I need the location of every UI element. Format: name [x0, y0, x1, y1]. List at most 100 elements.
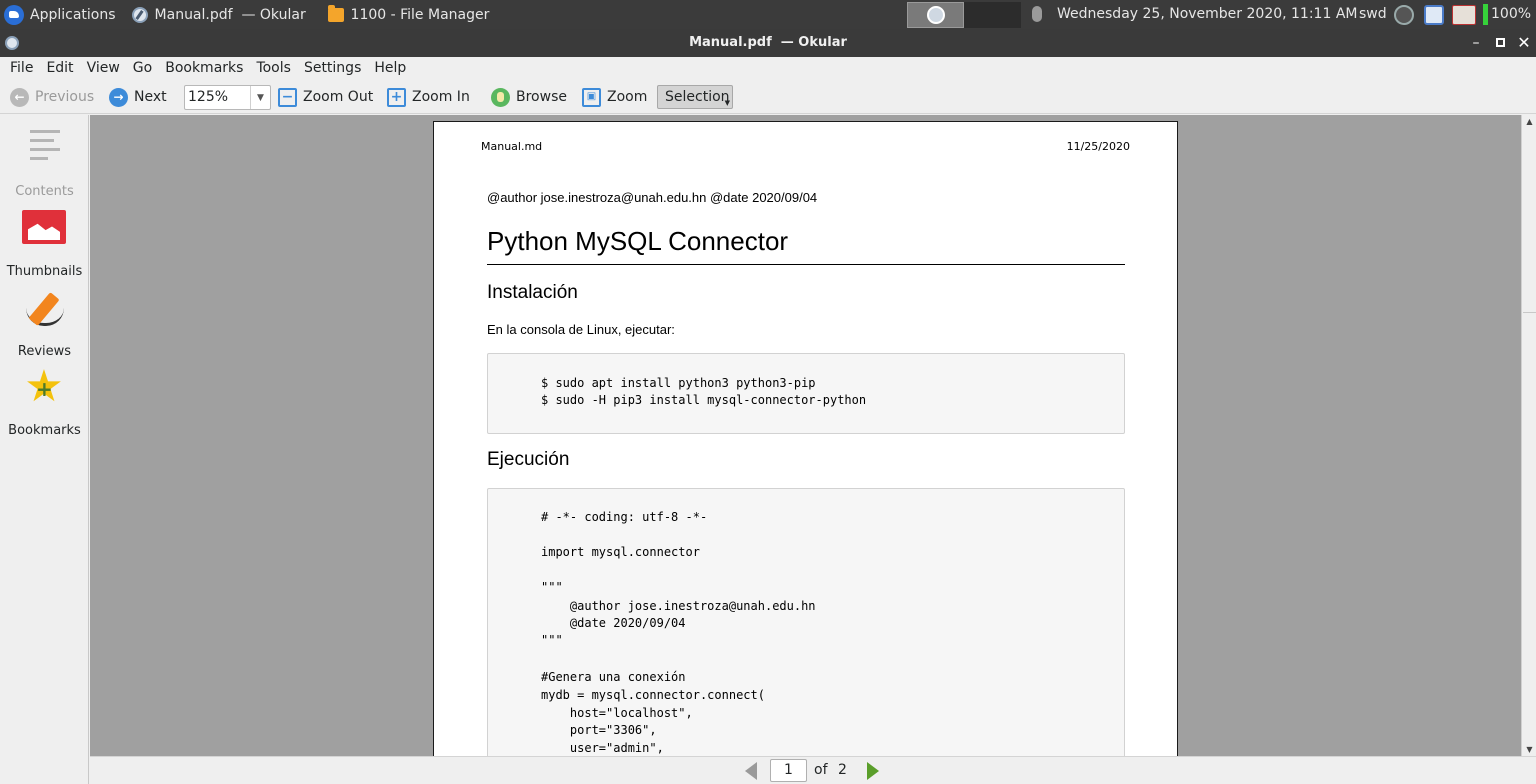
code-line: port="3306", [541, 723, 657, 737]
clock[interactable]: Wednesday 25, November 2020, 11:11 AM [1057, 0, 1357, 29]
thumbnails-icon [22, 210, 66, 244]
taskbar-window-file-manager-label: 1100 - File Manager [350, 6, 490, 23]
menu-tools[interactable]: Tools [246, 60, 291, 76]
scroll-down-icon[interactable]: ▼ [1522, 745, 1536, 754]
applications-icon [4, 4, 24, 25]
page-navigation-bar: 1 of 2 [90, 756, 1536, 784]
code-line: #Genera una conexión [541, 670, 686, 684]
code-line: @date 2020/09/04 [541, 616, 686, 630]
arrow-left-icon: ← [10, 87, 29, 107]
code-block-install: $ sudo apt install python3 python3-pip $… [487, 353, 1125, 434]
menu-help[interactable]: Help [364, 60, 406, 76]
next-page-icon[interactable] [867, 762, 879, 780]
maximize-icon [1495, 38, 1505, 47]
taskbar-window-file-manager[interactable]: 1100 - File Manager [322, 0, 522, 29]
code-line: """ [541, 633, 563, 647]
okular-mini-icon [926, 6, 945, 24]
code-line: # -*- coding: utf-8 -*- [541, 510, 708, 524]
network-icon[interactable] [1394, 5, 1414, 25]
window-title: Manual.pdf — Okular [689, 35, 847, 50]
code-line: import mysql.connector [541, 545, 700, 559]
scroll-up-icon[interactable]: ▲ [1522, 117, 1536, 126]
display-icon[interactable] [1424, 5, 1444, 25]
section-heading-installation: Instalación [487, 282, 578, 303]
menu-bar: File Edit View Go Bookmarks Tools Settin… [0, 57, 1536, 79]
arrow-right-icon: → [109, 87, 128, 107]
code-line: $ sudo apt install python3 python3-pip [541, 376, 816, 390]
next-button[interactable]: → Next [109, 85, 167, 109]
code-line: user="admin", [541, 741, 664, 755]
previous-button[interactable]: ← Previous [10, 85, 94, 109]
maximize-button[interactable] [1490, 29, 1510, 57]
zoom-tool-button[interactable]: ▣ Zoom [582, 85, 647, 109]
minimize-button[interactable]: – [1466, 29, 1486, 57]
sidebar-item-contents-label: Contents [15, 184, 74, 199]
code-line: host="localhost", [541, 706, 693, 720]
zoom-level-select[interactable]: 125% ▼ [184, 85, 271, 110]
sidebar-item-bookmarks-label: Bookmarks [8, 423, 81, 438]
page-header-date: 11/25/2020 [1066, 140, 1130, 153]
vertical-scrollbar[interactable]: ▲ ▼ [1521, 115, 1536, 756]
browse-hand-icon [491, 87, 510, 107]
battery-icon[interactable] [1483, 4, 1488, 25]
document-page[interactable]: Manual.md 11/25/2020 @author jose.inestr… [433, 121, 1178, 756]
close-button[interactable]: ✕ [1514, 29, 1534, 57]
book-icon[interactable] [1452, 5, 1476, 25]
okular-icon [131, 6, 148, 23]
previous-page-icon[interactable] [745, 762, 757, 780]
document-viewer[interactable]: Manual.md 11/25/2020 @author jose.inestr… [90, 115, 1521, 756]
document-title: Python MySQL Connector [487, 226, 789, 256]
zoom-in-button[interactable]: + Zoom In [387, 85, 470, 109]
title-divider [487, 264, 1125, 265]
dropdown-caret-icon: ▼ [724, 99, 730, 107]
zoom-in-icon: + [387, 87, 406, 107]
menu-go[interactable]: Go [123, 60, 152, 76]
section-heading-execution: Ejecución [487, 449, 570, 470]
menu-settings[interactable]: Settings [294, 60, 361, 76]
browse-label: Browse [516, 89, 567, 105]
window-titlebar[interactable]: Manual.pdf — Okular – ✕ [0, 29, 1536, 57]
zoom-out-button[interactable]: − Zoom Out [278, 85, 373, 109]
selection-tool-button[interactable]: Selection ▼ [657, 85, 733, 109]
contents-icon [30, 130, 60, 160]
taskbar-window-okular-label: Manual.pdf — Okular [154, 6, 306, 23]
applications-label: Applications [30, 6, 116, 23]
menu-file[interactable]: File [0, 60, 33, 76]
folder-icon [327, 4, 344, 22]
author-line: @author jose.inestroza@unah.edu.hn @date… [487, 190, 818, 205]
chevron-down-icon[interactable]: ▼ [250, 86, 270, 109]
zoom-in-label: Zoom In [412, 89, 470, 105]
microphone-icon[interactable] [1032, 6, 1042, 22]
menu-edit[interactable]: Edit [36, 60, 73, 76]
taskbar-window-okular[interactable]: Manual.pdf — Okular [126, 0, 322, 29]
browse-button[interactable]: Browse [491, 85, 567, 109]
applications-menu-button[interactable]: Applications [0, 0, 122, 29]
user-name[interactable]: swd [1359, 0, 1387, 29]
zoom-tool-icon: ▣ [582, 87, 601, 107]
sidebar: Contents Thumbnails Reviews ★ + Bookmark… [0, 115, 89, 784]
zoom-tool-label: Zoom [607, 89, 648, 105]
plus-icon: + [36, 377, 53, 401]
code-line: mydb = mysql.connector.connect( [541, 688, 765, 702]
sidebar-item-thumbnails-label: Thumbnails [6, 264, 83, 279]
sidebar-item-reviews-label: Reviews [17, 344, 72, 359]
zoom-out-label: Zoom Out [303, 89, 374, 105]
page-total: 2 [838, 762, 847, 778]
selection-label: Selection [665, 89, 730, 105]
taskbar: Applications Manual.pdf — Okular 1100 - … [0, 0, 1536, 29]
battery-label: 100% [1491, 6, 1532, 22]
menu-view[interactable]: View [77, 60, 120, 76]
workspace-1[interactable] [907, 2, 964, 28]
code-block-execution: # -*- coding: utf-8 -*- import mysql.con… [487, 488, 1125, 756]
previous-label: Previous [35, 89, 95, 105]
workspace-2[interactable] [964, 2, 1021, 28]
installation-text: En la consola de Linux, ejecutar: [487, 322, 675, 337]
page-header-filename: Manual.md [481, 140, 543, 153]
menu-bookmarks[interactable]: Bookmarks [155, 60, 243, 76]
page-number-input[interactable]: 1 [770, 759, 807, 782]
zoom-out-icon: − [278, 87, 297, 107]
zoom-level-value: 125% [188, 89, 229, 105]
next-label: Next [134, 89, 167, 105]
scrollbar-thumb[interactable] [1523, 130, 1536, 313]
code-line: @author jose.inestroza@unah.edu.hn [541, 599, 816, 613]
